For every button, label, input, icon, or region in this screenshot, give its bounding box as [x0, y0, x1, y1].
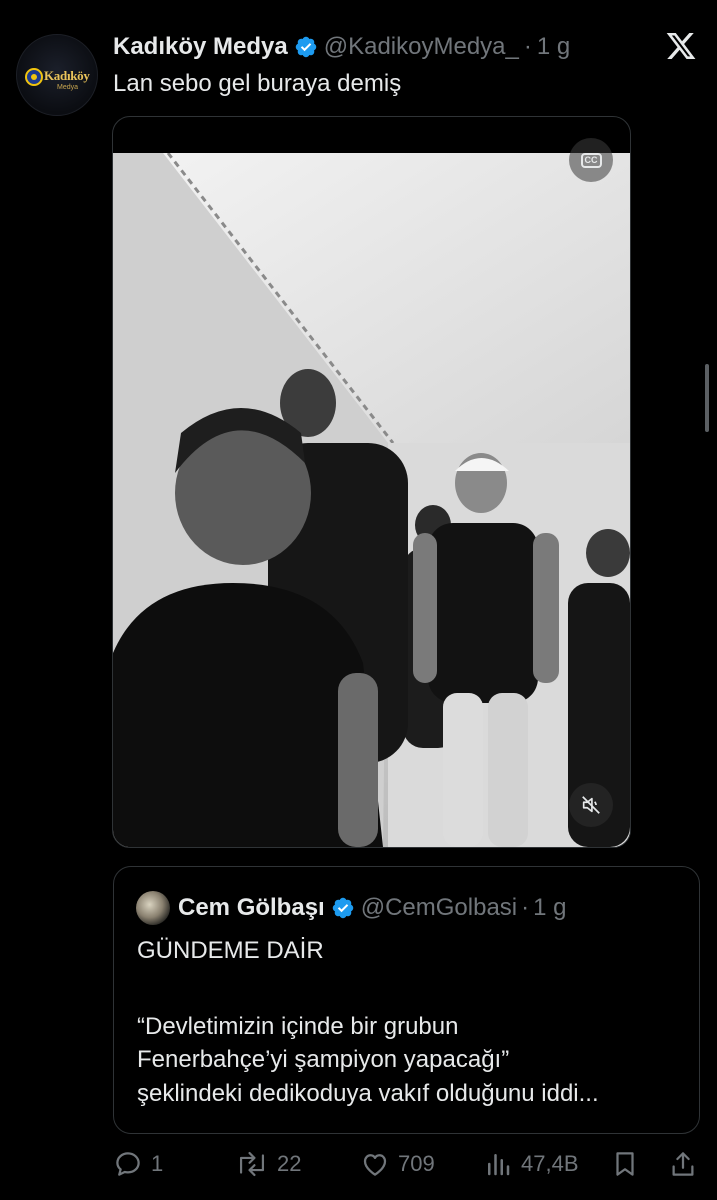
like-button[interactable]: 709: [360, 1146, 435, 1182]
quoted-display-name[interactable]: Cem Gölbaşı: [178, 894, 325, 922]
quoted-tweet-header: Cem Gölbaşı @CemGolbasi · 1 g: [136, 891, 567, 925]
verified-badge-icon: [332, 897, 353, 919]
speaker-muted-icon: [582, 796, 600, 814]
video-frame[interactable]: [113, 153, 630, 847]
view-count: 47,4B: [521, 1151, 579, 1176]
reply-count: 1: [151, 1151, 164, 1176]
quoted-avatar[interactable]: [136, 891, 170, 925]
reply-icon: [116, 1152, 140, 1176]
bookmark-button[interactable]: [610, 1146, 640, 1182]
quoted-text-line-3: Fenerbahçe’yi şampiyon yapacağı”: [137, 1046, 510, 1073]
club-crest-icon: [25, 68, 43, 86]
avatar-logo-subtext: Medya: [57, 84, 79, 91]
handle[interactable]: @KadikoyMedya_: [324, 33, 519, 61]
quoted-text-line-2: “Devletimizin içinde bir grubun: [137, 1013, 459, 1040]
like-count: 709: [398, 1151, 435, 1176]
avatar[interactable]: Kadıköy Medya: [16, 34, 98, 116]
timestamp[interactable]: 1 g: [537, 33, 570, 61]
retweet-count: 22: [277, 1151, 302, 1176]
reply-button[interactable]: 1: [113, 1146, 163, 1182]
quoted-handle[interactable]: @CemGolbasi: [361, 894, 517, 922]
x-logo-icon: [666, 33, 696, 59]
views-button[interactable]: 47,4B: [483, 1146, 579, 1182]
retweet-icon: [239, 1151, 265, 1177]
quoted-text-line-1: GÜNDEME DAİR: [137, 937, 324, 964]
captions-button[interactable]: CC: [569, 138, 613, 182]
tweet[interactable]: Kadıköy Medya Kadıköy Medya @KadikoyMedy…: [0, 0, 717, 1200]
video-player[interactable]: CC: [112, 116, 631, 848]
quoted-timestamp[interactable]: 1 g: [533, 894, 566, 922]
separator-dot: ·: [521, 894, 530, 921]
verified-badge-icon: [295, 36, 316, 58]
quoted-text-line-4: şeklindeki dedikoduya vakıf olduğunu idd…: [137, 1080, 599, 1107]
share-button[interactable]: [668, 1146, 698, 1182]
share-icon: [672, 1152, 694, 1176]
display-name[interactable]: Kadıköy Medya: [113, 33, 288, 61]
tweet-text: Lan sebo gel buraya demiş: [113, 70, 402, 97]
bookmark-icon: [616, 1152, 634, 1176]
views-icon: [488, 1154, 510, 1176]
quoted-tweet[interactable]: Cem Gölbaşı @CemGolbasi · 1 g GÜNDEME DA…: [113, 866, 700, 1134]
scrollbar[interactable]: [705, 364, 709, 432]
avatar-logo-text: Kadıköy: [44, 68, 90, 83]
action-bar: 1 22 709 47,4B: [113, 1146, 703, 1182]
separator-dot: ·: [523, 33, 532, 60]
like-icon: [363, 1154, 387, 1176]
retweet-button[interactable]: 22: [235, 1146, 301, 1182]
mute-button[interactable]: [569, 783, 613, 827]
tweet-header: Kadıköy Medya @KadikoyMedya_ · 1 g: [113, 31, 570, 63]
closed-captions-icon: CC: [580, 152, 602, 168]
